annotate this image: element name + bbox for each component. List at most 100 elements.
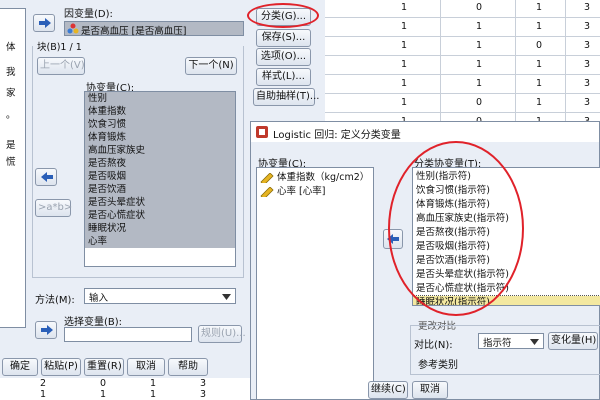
grid-cell[interactable]: 0 xyxy=(476,97,482,108)
style-button[interactable]: 样式(L)... xyxy=(256,68,311,86)
arrow-right-icon xyxy=(39,18,51,28)
covariate-item[interactable]: 性别 xyxy=(85,92,235,105)
method-select[interactable]: 输入 xyxy=(84,288,236,304)
grid-cell[interactable]: 1 xyxy=(536,2,542,13)
grid-cell[interactable]: 1 xyxy=(401,21,407,32)
left-variable-list[interactable]: 体 我 家 。 是 慌 xyxy=(0,8,26,328)
prev-block-button[interactable]: 上一个(V) xyxy=(37,57,85,75)
grid-cell[interactable]: 0 xyxy=(476,2,482,13)
grid-cell[interactable]: 1 xyxy=(476,21,482,32)
bottom-grid-cell[interactable]: 3 xyxy=(200,378,206,389)
arrow-left-icon xyxy=(41,172,53,182)
covariate-item[interactable]: 是否吸烟 xyxy=(85,170,235,183)
move-selection-button[interactable] xyxy=(35,321,57,339)
covariates-list[interactable]: 性别 体重指数 饮食习惯 体育锻炼 高血压家族史 是否熬夜 是否吸烟 是否饮酒 是否头晕症状 是否… xyxy=(84,91,236,267)
grid-col-line xyxy=(515,0,516,140)
bottom-grid-cell[interactable]: 1 xyxy=(100,389,106,400)
covariate-item[interactable]: 是否熬夜 xyxy=(85,157,235,170)
dependent-field[interactable]: 是否高血压 [是否高血压] xyxy=(64,21,244,37)
sub-covariates-items: 体重指数（kg/cm2） 心率 [心率] xyxy=(257,171,373,198)
categorical-covariates-list[interactable]: 性别(指示符) 饮食习惯(指示符) 体育锻炼(指示符) 高血压家族史(指示符) 是否熬夜… xyxy=(412,167,600,306)
contrast-value: 指示符 xyxy=(483,338,512,349)
grid-cell[interactable]: 1 xyxy=(401,97,407,108)
grid-cell[interactable]: 1 xyxy=(401,59,407,70)
select-variable-field[interactable] xyxy=(64,327,192,342)
bottom-grid-cell[interactable]: 0 xyxy=(100,378,106,389)
grid-cell[interactable]: 1 xyxy=(476,78,482,89)
dialog-title-bar: Logistic 回归: 定义分类变量 xyxy=(251,122,599,142)
covariate-item[interactable]: 心率 xyxy=(85,235,235,248)
covariate-item[interactable]: 是否头晕症状 xyxy=(85,196,235,209)
paste-button[interactable]: 粘贴(P) xyxy=(41,358,81,376)
scale-variable-icon xyxy=(67,23,79,34)
covariate-item[interactable]: 睡眠状况 xyxy=(85,222,235,235)
contrast-select[interactable]: 指示符 xyxy=(478,333,544,349)
sub-cancel-button[interactable]: 取消 xyxy=(412,381,448,399)
grid-cell[interactable]: 1 xyxy=(476,40,482,51)
options-button[interactable]: 选项(O)... xyxy=(256,48,311,66)
bottom-grid-cell[interactable]: 3 xyxy=(200,389,206,400)
categorical-item[interactable]: 睡眠状况(指示符) xyxy=(413,295,600,305)
categorical-item[interactable]: 是否饮酒(指示符) xyxy=(413,254,600,268)
bottom-grid-cell[interactable]: 1 xyxy=(150,378,156,389)
categorical-item[interactable]: 体育锻炼(指示符) xyxy=(413,198,600,212)
grid-cell[interactable]: 3 xyxy=(584,40,590,51)
ok-button[interactable]: 确定 xyxy=(2,358,38,376)
ruler-icon xyxy=(260,186,274,197)
covariate-item[interactable]: 是否心慌症状 xyxy=(85,209,235,222)
grid-cell[interactable]: 1 xyxy=(401,78,407,89)
covariate-item[interactable]: 饮食习惯 xyxy=(85,118,235,131)
covariate-item[interactable]: 体重指数 xyxy=(85,105,235,118)
reset-button[interactable]: 重置(R) xyxy=(84,358,124,376)
grid-cell[interactable]: 3 xyxy=(584,59,590,70)
grid-cell[interactable]: 3 xyxy=(584,2,590,13)
bottom-data-strip xyxy=(0,378,250,400)
covariate-item[interactable]: 体育锻炼 xyxy=(85,131,235,144)
categorical-item[interactable]: 高血压家族史(指示符) xyxy=(413,212,600,226)
grid-cell[interactable]: 1 xyxy=(401,2,407,13)
bootstrap-button[interactable]: 自助抽样(T)... xyxy=(253,88,319,106)
grid-cell[interactable]: 1 xyxy=(401,40,407,51)
grid-cell[interactable]: 1 xyxy=(536,78,542,89)
categorical-item[interactable]: 是否头晕症状(指示符) xyxy=(413,268,600,282)
continue-button[interactable]: 继续(C) xyxy=(368,381,408,399)
grid-cell[interactable]: 3 xyxy=(584,21,590,32)
grid-cell[interactable]: 3 xyxy=(584,97,590,108)
covariate-item[interactable]: 是否饮酒 xyxy=(85,183,235,196)
categorical-item[interactable]: 是否吸烟(指示符) xyxy=(413,240,600,254)
categorical-item[interactable]: 饮食习惯(指示符) xyxy=(413,184,600,198)
bottom-grid-cell[interactable]: 2 xyxy=(40,378,46,389)
categorical-item[interactable]: 是否熬夜(指示符) xyxy=(413,226,600,240)
covariate-item[interactable]: 高血压家族史 xyxy=(85,144,235,157)
grid-cell[interactable]: 1 xyxy=(476,59,482,70)
move-covariate-button[interactable] xyxy=(35,168,57,186)
rule-button[interactable]: 规则(U)... xyxy=(198,325,246,343)
grid-cell[interactable]: 1 xyxy=(536,21,542,32)
grid-cell[interactable]: 0 xyxy=(536,40,542,51)
help-button[interactable]: 帮助 xyxy=(168,358,208,376)
grid-row-line xyxy=(318,17,600,18)
sub-covariates-list[interactable]: 体重指数（kg/cm2） 心率 [心率] xyxy=(256,167,374,400)
categorical-item[interactable]: 性别(指示符) xyxy=(413,170,600,184)
cancel-button[interactable]: 取消 xyxy=(127,358,165,376)
grid-cell[interactable]: 3 xyxy=(584,78,590,89)
interaction-button[interactable]: >a*b> xyxy=(35,199,72,217)
categorical-item[interactable]: 是否心慌症状(指示符) xyxy=(413,282,600,296)
chevron-down-icon xyxy=(222,294,231,300)
method-value: 输入 xyxy=(89,293,109,304)
categorical-button[interactable]: 分类(G)... xyxy=(256,8,311,26)
dependent-value: 是否高血压 [是否高血压] xyxy=(81,26,187,37)
move-categorical-button[interactable] xyxy=(383,229,403,249)
grid-row-line xyxy=(318,74,600,75)
sub-covariate-item[interactable]: 体重指数（kg/cm2） xyxy=(257,171,373,185)
bottom-grid-cell[interactable]: 1 xyxy=(150,389,156,400)
sub-covariate-item[interactable]: 心率 [心率] xyxy=(257,185,373,199)
move-dependent-button[interactable] xyxy=(33,14,55,32)
ruler-icon xyxy=(260,173,274,183)
save-button[interactable]: 保存(S)... xyxy=(256,29,311,47)
bottom-grid-cell[interactable]: 1 xyxy=(40,389,46,400)
change-contrast-button[interactable]: 变化量(H) xyxy=(548,332,598,350)
grid-cell[interactable]: 1 xyxy=(536,59,542,70)
grid-cell[interactable]: 1 xyxy=(536,97,542,108)
next-block-button[interactable]: 下一个(N) xyxy=(185,57,237,75)
